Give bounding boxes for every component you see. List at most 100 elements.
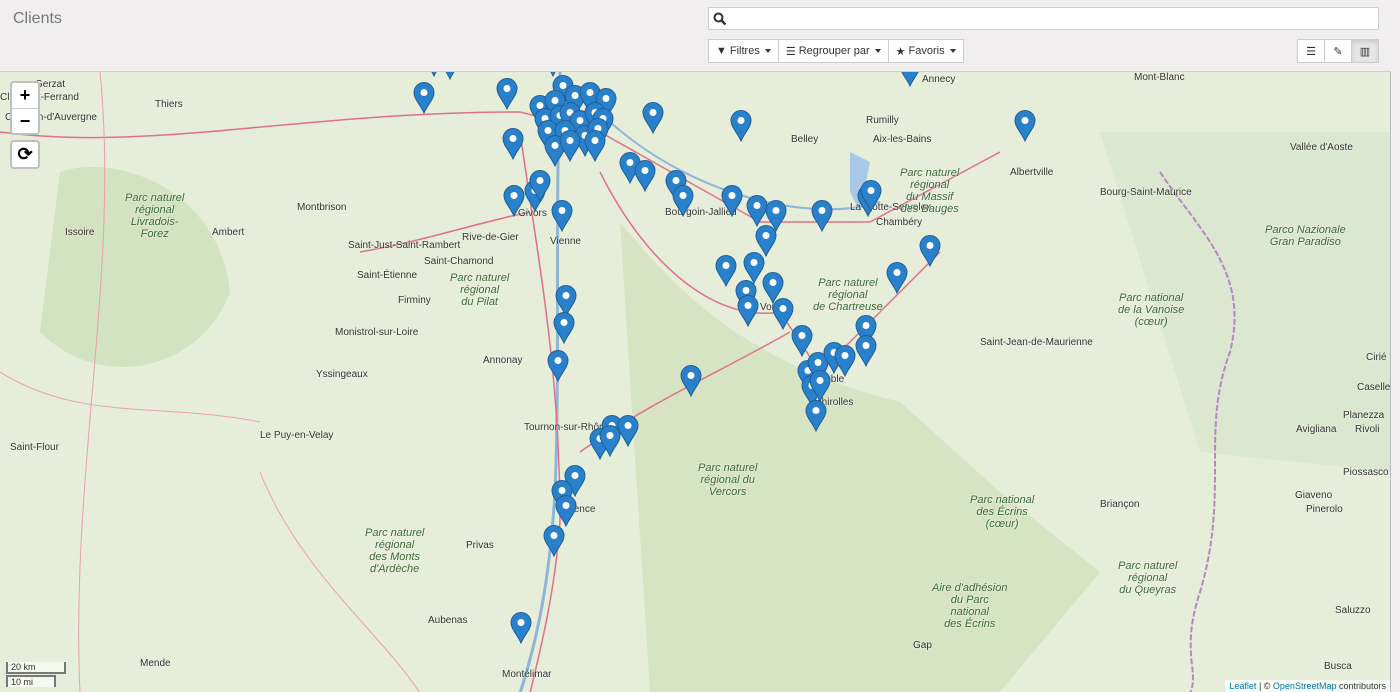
client-marker[interactable] — [599, 425, 621, 458]
map-label: Annecy — [922, 74, 956, 85]
bars-icon: ☰ — [785, 45, 796, 58]
client-marker[interactable] — [413, 82, 435, 115]
park-label: Parc naturel régional du Pilat — [450, 272, 510, 308]
client-marker[interactable] — [503, 185, 525, 218]
client-marker[interactable] — [634, 160, 656, 193]
filters-button[interactable]: ▼ Filtres — [708, 39, 779, 63]
map-label: Thiers — [155, 99, 183, 110]
client-marker[interactable] — [551, 200, 573, 233]
map-label: Ambert — [212, 227, 245, 238]
zoom-out-button[interactable]: − — [12, 108, 38, 133]
client-marker[interactable] — [1014, 110, 1036, 143]
client-marker[interactable] — [899, 72, 921, 88]
park-label: Parco Nazionale Gran Paradiso — [1265, 224, 1346, 248]
map-label: Rumilly — [866, 115, 899, 126]
search-box[interactable] — [708, 7, 1379, 30]
map[interactable]: ThiersGerzatClermont-FerrandCournon-d'Au… — [0, 71, 1391, 692]
osm-link[interactable]: OpenStreetMap — [1273, 681, 1337, 691]
client-marker[interactable] — [547, 350, 569, 383]
client-marker[interactable] — [715, 255, 737, 288]
map-label: Caselle T. — [1357, 382, 1391, 393]
park-label: Aire d'adhésion du Parc national des Écr… — [932, 582, 1008, 630]
form-view-button[interactable]: ✎ — [1324, 39, 1352, 63]
map-label: Issoire — [65, 227, 95, 238]
search-input[interactable] — [733, 9, 1373, 28]
client-marker[interactable] — [584, 130, 606, 163]
map-label: Le Puy-en-Velay — [260, 430, 334, 441]
client-marker[interactable] — [642, 102, 664, 135]
client-marker[interactable] — [855, 335, 877, 368]
map-label: Montbrison — [297, 202, 347, 213]
client-marker[interactable] — [496, 78, 518, 111]
client-marker[interactable] — [439, 72, 461, 81]
map-label: Yssingeaux — [316, 369, 368, 380]
edit-icon: ✎ — [1333, 45, 1343, 58]
map-label: Mont-Blanc — [1134, 72, 1185, 83]
park-label: Parc naturel régional de Chartreuse — [813, 277, 883, 313]
client-marker[interactable] — [811, 200, 833, 233]
client-marker[interactable] — [730, 110, 752, 143]
map-label: Albertville — [1010, 167, 1054, 178]
park-label: Parc national des Écrins (cœur) — [970, 494, 1035, 530]
map-label: Pinerolo — [1306, 504, 1343, 515]
client-marker[interactable] — [834, 345, 856, 378]
client-marker[interactable] — [721, 185, 743, 218]
park-label: Parc naturel régional des Monts d'Ardèch… — [365, 527, 425, 575]
map-label: Saint-Just-Saint-Rambert — [348, 240, 461, 251]
map-label: Saint-Jean-de-Maurienne — [980, 337, 1093, 348]
park-label: Parc naturel régional Livradois- Forez — [125, 192, 185, 240]
map-label: Mende — [140, 658, 171, 669]
scale-mi: 10 mi — [6, 675, 56, 687]
map-label: Saluzzo — [1335, 605, 1371, 616]
map-label: Piossasco — [1343, 467, 1389, 478]
client-marker[interactable] — [543, 525, 565, 558]
client-marker[interactable] — [737, 295, 759, 328]
map-label: Saint-Flour — [10, 442, 59, 453]
page-title: Clients — [13, 10, 62, 27]
refresh-control: ⟳ — [10, 140, 40, 169]
refresh-icon: ⟳ — [17, 144, 33, 164]
scale-km: 20 km — [6, 662, 66, 674]
refresh-button[interactable]: ⟳ — [12, 142, 38, 167]
attribution: Leaflet | © OpenStreetMap contributors — [1225, 680, 1390, 692]
leaflet-link[interactable]: Leaflet — [1229, 681, 1256, 691]
map-label: Busca — [1324, 661, 1352, 672]
park-label: Parc naturel régional du Queyras — [1118, 560, 1178, 596]
park-label: Parc naturel régional du Massif des Baug… — [900, 167, 960, 215]
map-label: Monistrol-sur-Loire — [335, 327, 419, 338]
zoom-control: + − — [10, 81, 40, 135]
client-marker[interactable] — [510, 612, 532, 645]
map-label: Rivoli — [1355, 424, 1380, 435]
map-label: Saint-Chamond — [424, 256, 494, 267]
map-label: Aubenas — [428, 615, 468, 626]
client-marker[interactable] — [502, 128, 524, 161]
zoom-in-button[interactable]: + — [12, 83, 38, 108]
client-marker[interactable] — [860, 180, 882, 213]
map-label: Briançon — [1100, 499, 1140, 510]
client-marker[interactable] — [553, 312, 575, 345]
client-marker[interactable] — [559, 130, 581, 163]
client-marker[interactable] — [529, 170, 551, 203]
client-marker[interactable] — [805, 400, 827, 433]
client-marker[interactable] — [672, 185, 694, 218]
search-icon — [713, 12, 727, 26]
map-label: Bourg-Saint-Maurice — [1100, 187, 1192, 198]
map-label: Avigliana — [1296, 424, 1337, 435]
client-marker[interactable] — [680, 365, 702, 398]
group-by-button[interactable]: ☰ Regrouper par — [777, 39, 889, 63]
park-label: Parc national de la Vanoise (cœur) — [1118, 292, 1185, 328]
map-view-button[interactable]: ▥ — [1351, 39, 1379, 63]
client-marker[interactable] — [886, 262, 908, 295]
filter-icon: ▼ — [716, 45, 727, 57]
client-marker[interactable] — [809, 370, 831, 403]
list-view-button[interactable]: ☰ — [1297, 39, 1325, 63]
map-label: Cirié — [1366, 352, 1387, 363]
client-marker[interactable] — [919, 235, 941, 268]
client-marker[interactable] — [521, 72, 523, 73]
map-label: Planezza — [1343, 410, 1385, 421]
client-marker[interactable] — [555, 495, 577, 528]
map-label: Chambéry — [876, 217, 923, 228]
favorites-button[interactable]: ★ Favoris — [887, 39, 964, 63]
map-label: Giaveno — [1295, 490, 1333, 501]
map-label: Annonay — [483, 355, 523, 366]
